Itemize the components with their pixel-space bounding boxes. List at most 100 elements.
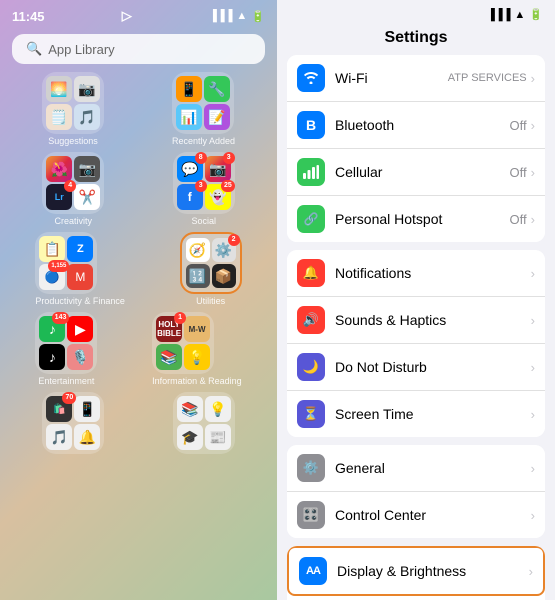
app-zoom2: 🔵 1,155: [39, 264, 65, 290]
social-grid[interactable]: 💬 8 📷 3 f 3 👻 25: [173, 152, 235, 214]
display-label: Display & Brightness: [337, 563, 529, 579]
notifications-icon: 🔔: [297, 259, 325, 287]
display-section: AA Display & Brightness › ⊞ Home Screen …: [287, 546, 545, 600]
entertainment-group: ♪ 143 ▶ ♪ 🎙️ Entertainment: [35, 312, 97, 386]
app-facebook: f 3: [177, 184, 203, 210]
right-status-bar: ▐▐▐ ▲ 🔋: [277, 0, 555, 25]
app-notes: 📋: [39, 236, 65, 262]
app-snapchat: 👻 25: [205, 184, 231, 210]
general-label: General: [335, 460, 531, 476]
app-zoom: Z: [67, 236, 93, 262]
dnd-label: Do Not Disturb: [335, 359, 531, 375]
entertainment-label: Entertainment: [35, 376, 97, 386]
recently-added-group: 📱 🔧 📊 📝 Recently Added: [172, 72, 235, 146]
dnd-icon: 🌙: [297, 353, 325, 381]
bottom-left-group: 🛍️ 70 📱 🎵 🔔: [42, 392, 104, 454]
app-calc: 🔢: [186, 264, 210, 288]
search-bar[interactable]: 🔍 App Library: [12, 34, 265, 64]
controlcenter-chevron: ›: [531, 508, 535, 523]
notifications-label: Notifications: [335, 265, 531, 281]
general-item[interactable]: ⚙️ General ›: [287, 445, 545, 492]
app-bible: HOLYBIBLE 1: [156, 316, 182, 342]
app-settings: ⚙️ 2: [212, 238, 236, 262]
left-status-bar: 11:45 ▷ ▐▐▐ ▲ 🔋: [0, 0, 277, 28]
suggestions-group: 🌅 📷 🗒️ 🎵 Suggestions: [42, 72, 104, 146]
cellular-label: Cellular: [335, 164, 510, 180]
dnd-chevron: ›: [531, 360, 535, 375]
settings-list: Wi-Fi ATP SERVICES › B Bluetooth Off ›: [277, 55, 555, 600]
screentime-chevron: ›: [531, 407, 535, 422]
utilities-grid[interactable]: 🧭 ⚙️ 2 🔢 📦: [180, 232, 242, 294]
sounds-icon: 🔊: [297, 306, 325, 334]
general-icon: ⚙️: [297, 454, 325, 482]
social-group: 💬 8 📷 3 f 3 👻 25 So: [173, 152, 235, 226]
screentime-item[interactable]: ⏳ Screen Time ›: [287, 391, 545, 437]
app-extra3: 🔔: [74, 424, 100, 450]
screentime-icon: ⏳: [297, 400, 325, 428]
bottom-right-group: 📚 💡 🎓 📰: [173, 392, 235, 454]
hotspot-icon: 🔗: [297, 205, 325, 233]
bluetooth-item[interactable]: B Bluetooth Off ›: [287, 102, 545, 149]
alerts-section: 🔔 Notifications › 🔊 Sounds & Haptics › 🌙…: [287, 250, 545, 437]
suggestions-label: Suggestions: [42, 136, 104, 146]
search-label: App Library: [48, 42, 114, 57]
bottom-right-grid[interactable]: 📚 💡 🎓 📰: [173, 392, 235, 454]
signal-bars: ▐▐▐: [487, 9, 510, 21]
app-extra1: 📱: [74, 396, 100, 422]
app-grid: 🌅 📷 🗒️ 🎵 Suggestions 📱 🔧 📊 📝 Recently Ad…: [0, 72, 277, 454]
network-section: Wi-Fi ATP SERVICES › B Bluetooth Off ›: [287, 55, 545, 242]
display-item[interactable]: AA Display & Brightness ›: [287, 546, 545, 596]
app-photos: 🌺: [46, 156, 72, 182]
app-messenger: 💬 8: [177, 156, 203, 182]
sounds-label: Sounds & Haptics: [335, 312, 531, 328]
bottom-left-grid[interactable]: 🛍️ 70 📱 🎵 🔔: [42, 392, 104, 454]
app-appstore: 📦: [212, 264, 236, 288]
cellular-chevron: ›: [531, 165, 535, 180]
row-bottom: 🛍️ 70 📱 🎵 🔔 📚 💡 🎓 📰: [8, 392, 269, 454]
entertainment-grid[interactable]: ♪ 143 ▶ ♪ 🎙️: [35, 312, 97, 374]
utilities-label: Utilities: [180, 296, 242, 306]
app-extra7: 📰: [205, 424, 231, 450]
app-youtube: ▶: [67, 316, 93, 342]
creativity-label: Creativity: [42, 216, 104, 226]
wifi-item[interactable]: Wi-Fi ATP SERVICES ›: [287, 55, 545, 102]
battery-icon-right: 🔋: [529, 8, 543, 21]
notifications-item[interactable]: 🔔 Notifications ›: [287, 250, 545, 297]
display-chevron: ›: [529, 564, 533, 579]
sounds-item[interactable]: 🔊 Sounds & Haptics ›: [287, 297, 545, 344]
homescreen-item[interactable]: ⊞ Home Screen ›: [287, 596, 545, 600]
cellular-item[interactable]: Cellular Off ›: [287, 149, 545, 196]
controlcenter-item[interactable]: 🎛️ Control Center ›: [287, 492, 545, 538]
bluetooth-chevron: ›: [531, 118, 535, 133]
row-creativity-social: 🌺 📷 Lr 4 ✂️ Creativity 💬 8: [8, 152, 269, 226]
bluetooth-value: Off: [510, 118, 527, 133]
row-entertainment-info: ♪ 143 ▶ ♪ 🎙️ Entertainment HOLYBIBL: [8, 312, 269, 386]
app-extra4: 📚: [177, 396, 203, 422]
left-panel: 11:45 ▷ ▐▐▐ ▲ 🔋 🔍 App Library 🌅 📷 🗒️ 🎵 S…: [0, 0, 277, 600]
info-reading-group: HOLYBIBLE 1 M-W 📚 💡 Information & Readin…: [152, 312, 242, 386]
app-recent-3: 📊: [176, 104, 202, 130]
right-panel: ▐▐▐ ▲ 🔋 Settings Wi-Fi ATP SERVICES › B: [277, 0, 555, 600]
notifications-chevron: ›: [531, 266, 535, 281]
utilities-group: 🧭 ⚙️ 2 🔢 📦 Utilities: [180, 232, 242, 306]
info-reading-grid[interactable]: HOLYBIBLE 1 M-W 📚 💡: [152, 312, 214, 374]
hotspot-value: Off: [510, 212, 527, 227]
wifi-icon-left: ▲: [236, 10, 247, 22]
app-extra2: 🎵: [46, 424, 72, 450]
app-instagram: 📷 3: [205, 156, 231, 182]
hotspot-item[interactable]: 🔗 Personal Hotspot Off ›: [287, 196, 545, 242]
screentime-label: Screen Time: [335, 406, 531, 422]
wifi-chevron: ›: [531, 71, 535, 86]
app-suggestions-4: 🎵: [74, 104, 100, 130]
left-time: 11:45: [12, 9, 45, 24]
creativity-grid[interactable]: 🌺 📷 Lr 4 ✂️: [42, 152, 104, 214]
dnd-item[interactable]: 🌙 Do Not Disturb ›: [287, 344, 545, 391]
productivity-grid[interactable]: 📋 Z 🔵 1,155 M: [35, 232, 97, 294]
social-label: Social: [173, 216, 235, 226]
productivity-label: Productivity & Finance: [35, 296, 125, 306]
recently-added-grid[interactable]: 📱 🔧 📊 📝: [172, 72, 234, 134]
app-shop: 🛍️ 70: [46, 396, 72, 422]
app-recent-1: 📱: [176, 76, 202, 102]
app-canva: ✂️: [74, 184, 100, 210]
suggestions-grid[interactable]: 🌅 📷 🗒️ 🎵: [42, 72, 104, 134]
